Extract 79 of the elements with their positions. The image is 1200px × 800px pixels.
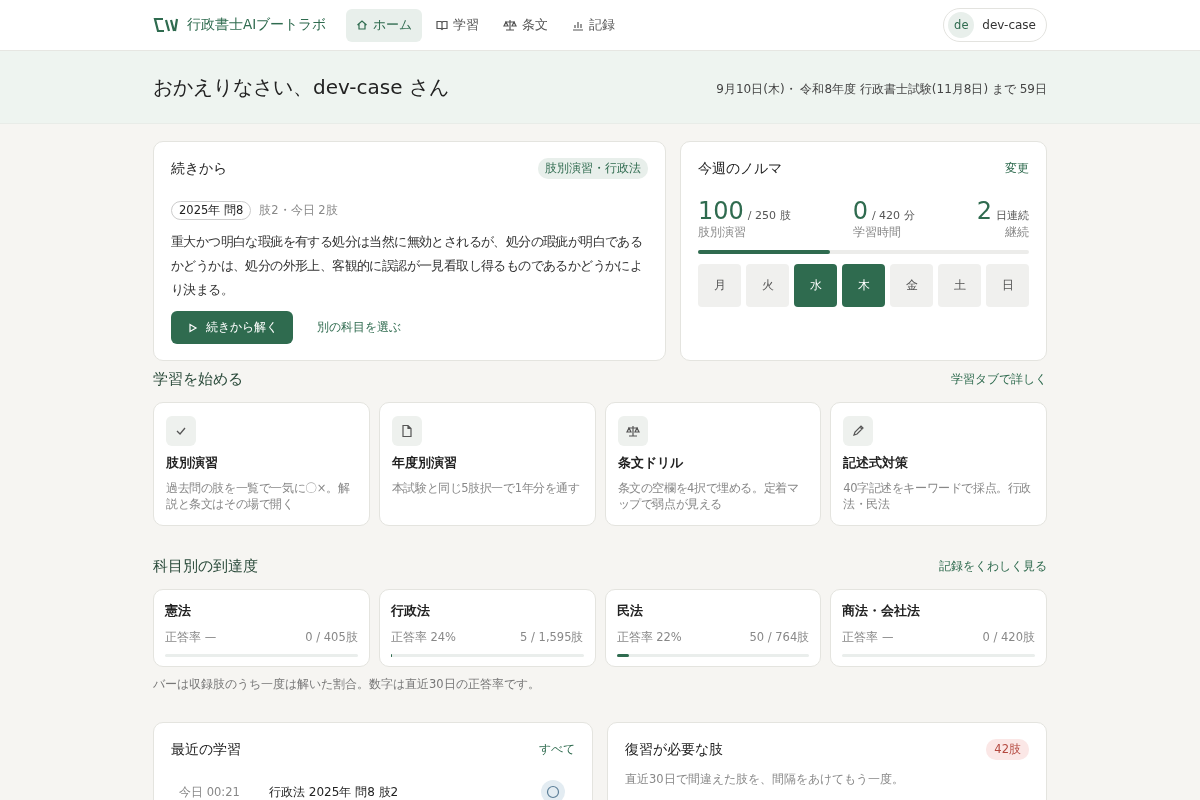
card-title: 続きから <box>171 159 227 178</box>
study-mode-card[interactable]: 記述式対策 40字記述をキーワードで採点。行政法・民法 <box>830 402 1047 526</box>
home-icon <box>356 19 368 31</box>
stat-value: 100 <box>698 197 744 225</box>
accuracy-rate: 正答率 24% <box>390 630 456 645</box>
mode-description: 条文の空欄を4択で埋める。定着マップで弱点が見える <box>617 480 800 512</box>
stat-unit: / 420 分 <box>871 209 915 222</box>
scale-icon <box>625 425 640 437</box>
study-mode-card[interactable]: 肢別演習 過去問の肢を一覧で一気に〇×。解説と条文はその場で開く <box>153 402 370 526</box>
bar-chart-icon <box>572 19 584 31</box>
avatar-initials: de <box>948 12 975 38</box>
stat-value: 2 <box>976 197 992 225</box>
section-link[interactable]: 学習タブで詳しく <box>951 369 1047 390</box>
subject-name: 民法 <box>616 603 644 620</box>
edit-link[interactable]: 変更 <box>1005 158 1029 179</box>
study-mode-card[interactable]: 条文ドリル 条文の空欄を4択で埋める。定着マップで弱点が見える <box>604 402 822 526</box>
mode-description: 本試験と同じ5肢択一で1年分を通す <box>391 480 581 496</box>
day-cell: 火 <box>746 264 789 307</box>
stat-value: 0 <box>852 197 868 225</box>
stat-unit: / 250 肢 <box>747 209 791 222</box>
stat-label: 学習時間 <box>852 225 902 240</box>
activity-label: 行政法 2025年 問8 肢2 <box>269 783 400 800</box>
document-icon <box>399 424 414 438</box>
see-all-link[interactable]: すべて <box>539 739 575 760</box>
review-description: 直近30日で間違えた肢を、間隔をあけてもう一度。 <box>625 772 905 787</box>
play-icon <box>188 322 198 333</box>
subject-name: 行政法 <box>390 603 431 620</box>
accuracy-rate: 正答率 — <box>165 630 217 645</box>
question-meta: 肢2・今日 2肢 <box>259 203 338 218</box>
day-cell: 土 <box>938 264 981 307</box>
answered-count: 0 / 405肢 <box>305 630 358 645</box>
progress-note: バーは収録肢のうち一度は解いた割合。数字は直近30日の正答率です。 <box>153 677 541 692</box>
section-title: 学習を始める <box>153 370 243 389</box>
pencil-icon <box>851 424 866 438</box>
mode-description: 40字記述をキーワードで採点。行政法・民法 <box>843 480 1033 512</box>
scale-icon <box>503 19 517 31</box>
section-title: 科目別の到達度 <box>153 557 258 576</box>
day-cell: 日 <box>986 264 1029 307</box>
mode-title: 記述式対策 <box>843 455 910 472</box>
question-text: 重大かつ明白な瑕疵を有する処分は当然に無効とされるが、処分の瑕疵が明白であるかどうかは、処分の外形上、客観的に誤認が一見看取し得るものであるかどうかにより決まる。 <box>171 233 644 299</box>
mode-title: 年度別演習 <box>391 455 458 472</box>
accuracy-rate: 正答率 22% <box>616 630 682 645</box>
day-cell: 水 <box>794 264 837 307</box>
nav-tab[interactable]: 条文 <box>493 8 558 42</box>
resume-button[interactable]: 続きから解く <box>171 311 293 344</box>
book-icon <box>436 19 448 31</box>
review-count-badge: 42肢 <box>986 739 1029 760</box>
category-tag: 肢別演習・行政法 <box>538 158 648 179</box>
answered-count: 50 / 764肢 <box>749 630 810 645</box>
nav-tab[interactable]: 学習 <box>426 8 489 42</box>
day-cell: 木 <box>842 264 885 307</box>
card-title: 復習が必要な肢 <box>625 740 723 759</box>
mode-title: 条文ドリル <box>617 455 684 472</box>
exam-countdown: 9月10日(木)・ 令和8年度 行政書士試験(11月8日) まで 59日 <box>716 80 1047 98</box>
choose-subject-link[interactable]: 別の科目を選ぶ <box>307 313 411 342</box>
subject-name: 商法・会社法 <box>842 603 922 620</box>
accuracy-rate: 正答率 — <box>842 630 894 645</box>
card-title: 最近の学習 <box>171 740 241 759</box>
brand-name[interactable]: 行政書士AIブートラボ <box>187 16 327 34</box>
nav-tab[interactable]: 記録 <box>562 8 625 42</box>
stat-unit: 日連続 <box>996 209 1029 222</box>
study-mode-card[interactable]: 年度別演習 本試験と同じ5肢択一で1年分を通す <box>378 402 596 526</box>
section-link[interactable]: 記録をくわしく見る <box>939 556 1047 577</box>
activity-time: 今日 00:21 <box>178 784 241 800</box>
mode-title: 肢別演習 <box>166 455 219 472</box>
subject-name: 憲法 <box>165 603 192 620</box>
stat-label: 継続 <box>1005 225 1029 240</box>
answered-count: 0 / 420肢 <box>982 630 1035 645</box>
nav-tab[interactable]: ホーム <box>346 8 422 42</box>
greeting-title: おかえりなさい、dev-case さん <box>153 73 449 101</box>
logo-icon[interactable] <box>153 17 179 33</box>
answered-count: 5 / 1,595肢 <box>520 630 584 645</box>
card-title: 今週のノルマ <box>698 159 782 178</box>
day-cell: 月 <box>698 264 741 307</box>
mode-description: 過去問の肢を一覧で一気に〇×。解説と条文はその場で開く <box>166 480 351 512</box>
user-menu[interactable]: de dev-case <box>943 8 1047 42</box>
circle-mark-icon <box>541 780 565 800</box>
day-cell: 金 <box>890 264 933 307</box>
stat-label: 肢別演習 <box>698 225 747 240</box>
